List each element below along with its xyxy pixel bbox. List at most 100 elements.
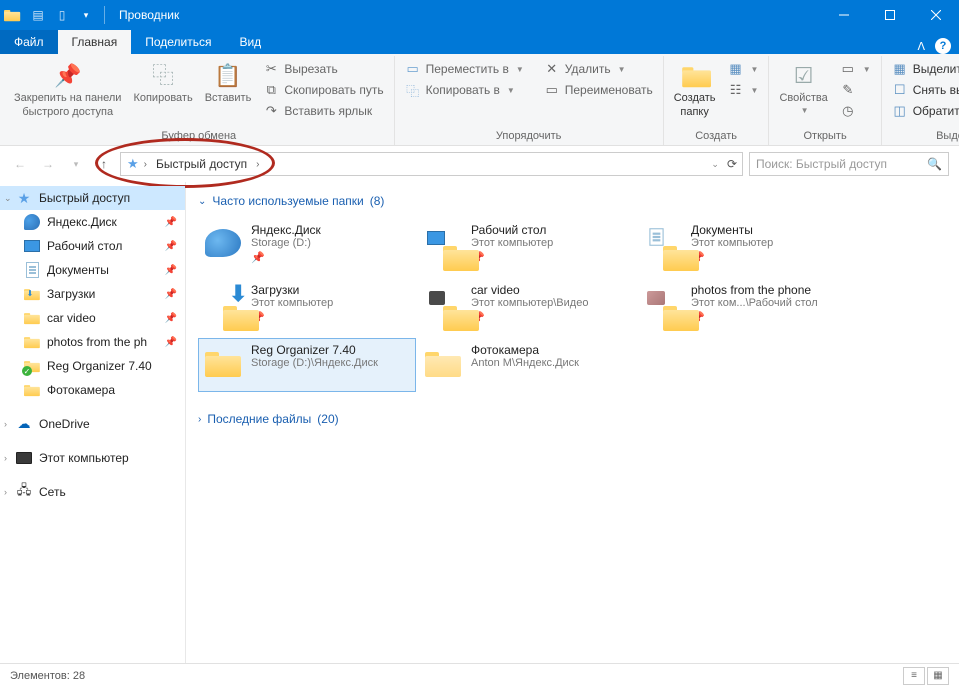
delete-button[interactable]: ✕Удалить▼	[540, 59, 657, 79]
tab-view[interactable]: Вид	[225, 30, 275, 54]
pin-icon: 📌	[471, 251, 631, 264]
folder-icon	[24, 334, 40, 350]
newfolder-icon	[679, 60, 711, 92]
expand-icon[interactable]: ›	[4, 487, 7, 497]
folder-location: Storage (D:)\Яндекс.Диск	[251, 357, 411, 369]
sidebar-item-3[interactable]: Документы📌	[0, 258, 185, 282]
folder-tile-2[interactable]: ДокументыЭтот компьютер📌	[638, 218, 856, 272]
maximize-button[interactable]	[867, 0, 913, 30]
folder-tile-3[interactable]: ⬇ЗагрузкиЭтот компьютер📌	[198, 278, 416, 332]
expand-icon[interactable]: ⌄	[4, 193, 12, 204]
address-dropdown-icon[interactable]: ⌄	[711, 159, 719, 170]
chevron-right-icon[interactable]: ›	[198, 414, 201, 425]
minimize-ribbon-icon[interactable]: ᐱ	[917, 40, 925, 53]
folder-tile-6[interactable]: Reg Organizer 7.40Storage (D:)\Яндекс.Ди…	[198, 338, 416, 392]
copy-button[interactable]: ⿻ Копировать	[129, 56, 196, 106]
folder-icon	[423, 283, 463, 323]
sidebar-item-6[interactable]: photos from the ph📌	[0, 330, 185, 354]
select-none-button[interactable]: ☐Снять выделение	[888, 80, 959, 100]
tab-file[interactable]: Файл	[0, 30, 58, 54]
invert-icon: ◫	[892, 103, 908, 119]
onedrive-icon: ☁	[16, 416, 32, 432]
cut-button[interactable]: ✂Вырезать	[259, 59, 387, 79]
minimize-button[interactable]	[821, 0, 867, 30]
copy-to-button[interactable]: ⿻Копировать в▼	[401, 80, 528, 100]
folder-name: Документы	[691, 223, 851, 237]
address-bar[interactable]: ★ › Быстрый доступ › ⌄ ⟳	[120, 152, 743, 176]
refresh-button[interactable]: ⟳	[727, 157, 737, 171]
qat-properties-icon[interactable]: ▤	[28, 5, 48, 25]
sidebar-item-7[interactable]: ✓Reg Organizer 7.40	[0, 354, 185, 378]
folder-tile-1[interactable]: Рабочий столЭтот компьютер📌	[418, 218, 636, 272]
folder-icon	[643, 283, 683, 323]
close-button[interactable]	[913, 0, 959, 30]
sidebar-network[interactable]: ›🖧Сеть	[0, 480, 185, 504]
qat-dropdown-icon[interactable]: ▾	[76, 5, 96, 25]
sidebar-item-label: Быстрый доступ	[39, 191, 130, 205]
folder-location: Этот компьютер\Видео	[471, 297, 631, 309]
sidebar-item-5[interactable]: car video📌	[0, 306, 185, 330]
breadcrumb-segment[interactable]: Быстрый доступ	[152, 157, 251, 171]
new-folder-button[interactable]: Создать папку	[670, 56, 720, 120]
paste-button[interactable]: 📋 Вставить	[201, 56, 256, 106]
folder-tile-7[interactable]: ФотокамераAnton M\Яндекс.Диск	[418, 338, 636, 392]
history-button[interactable]: ◷	[836, 101, 875, 121]
open-button[interactable]: ▭▼	[836, 59, 875, 79]
tab-share[interactable]: Поделиться	[131, 30, 225, 54]
qat-newfolder-icon[interactable]: ▯	[52, 5, 72, 25]
quickaccess-icon: ★	[127, 156, 139, 172]
move-to-button[interactable]: ▭Переместить в▼	[401, 59, 528, 79]
search-icon[interactable]: 🔍	[927, 157, 942, 171]
rename-button[interactable]: ▭Переименовать	[540, 80, 657, 100]
easy-access-button[interactable]: ☷▼	[724, 80, 763, 100]
sidebar-item-0[interactable]: ⌄★Быстрый доступ	[0, 186, 185, 210]
chevron-right-icon[interactable]: ›	[253, 159, 262, 170]
chevron-right-icon[interactable]: ›	[141, 159, 150, 170]
up-button[interactable]: ↑	[94, 154, 114, 174]
folder-icon	[423, 343, 463, 383]
pin-icon: 📌	[165, 241, 177, 252]
details-view-button[interactable]: ≡	[903, 667, 925, 685]
pin-quickaccess-button[interactable]: 📌 Закрепить на панели быстрого доступа	[10, 56, 125, 120]
sidebar-item-2[interactable]: Рабочий стол📌	[0, 234, 185, 258]
delete-icon: ✕	[544, 61, 560, 77]
group-select-label: Выделить	[888, 128, 959, 145]
group-organize-label: Упорядочить	[401, 128, 657, 145]
folder-tile-5[interactable]: photos from the phoneЭтот ком...\Рабочий…	[638, 278, 856, 332]
recent-dropdown[interactable]: ▾	[66, 154, 86, 174]
folder-tile-0[interactable]: Яндекс.ДискStorage (D:)📌	[198, 218, 416, 272]
properties-button[interactable]: ☑ Свойства ▼	[775, 56, 831, 116]
edit-button[interactable]: ✎	[836, 80, 875, 100]
ribbon-tabs: Файл Главная Поделиться Вид ᐱ ?	[0, 30, 959, 54]
sidebar-item-8[interactable]: Фотокамера	[0, 378, 185, 402]
invert-selection-button[interactable]: ◫Обратить выделение	[888, 101, 959, 121]
expand-icon[interactable]: ›	[4, 453, 7, 463]
group-clipboard-label: Буфер обмена	[10, 128, 388, 145]
folder-icon: ✓	[24, 358, 40, 374]
pin-icon: 📌	[165, 289, 177, 300]
search-input[interactable]	[756, 157, 916, 171]
back-button[interactable]: ←	[10, 154, 30, 174]
folder-name: photos from the phone	[691, 283, 851, 297]
forward-button[interactable]: →	[38, 154, 58, 174]
tab-home[interactable]: Главная	[58, 30, 132, 54]
sidebar-item-4[interactable]: ⬇Загрузки📌	[0, 282, 185, 306]
folder-icon: ⬇	[203, 283, 243, 323]
icons-view-button[interactable]: ▦	[927, 667, 949, 685]
sidebar-item-label: car video	[47, 311, 96, 325]
search-box[interactable]: 🔍	[749, 152, 949, 176]
folder-tile-4[interactable]: car videoЭтот компьютер\Видео📌	[418, 278, 636, 332]
select-all-button[interactable]: ▦Выделить все	[888, 59, 959, 79]
section-header-recent[interactable]: › Последние файлы (20)	[198, 406, 947, 436]
explorer-icon	[4, 5, 24, 25]
chevron-down-icon[interactable]: ⌄	[198, 196, 206, 207]
sidebar-thispc[interactable]: ›Этот компьютер	[0, 446, 185, 470]
sidebar-item-1[interactable]: Яндекс.Диск📌	[0, 210, 185, 234]
section-header-folders[interactable]: ⌄ Часто используемые папки (8)	[198, 188, 947, 218]
expand-icon[interactable]: ›	[4, 419, 7, 429]
sidebar-onedrive[interactable]: ›☁OneDrive	[0, 412, 185, 436]
copy-path-button[interactable]: ⧉Скопировать путь	[259, 80, 387, 100]
new-item-button[interactable]: ▦▼	[724, 59, 763, 79]
help-icon[interactable]: ?	[935, 38, 951, 54]
paste-shortcut-button[interactable]: ↷Вставить ярлык	[259, 101, 387, 121]
